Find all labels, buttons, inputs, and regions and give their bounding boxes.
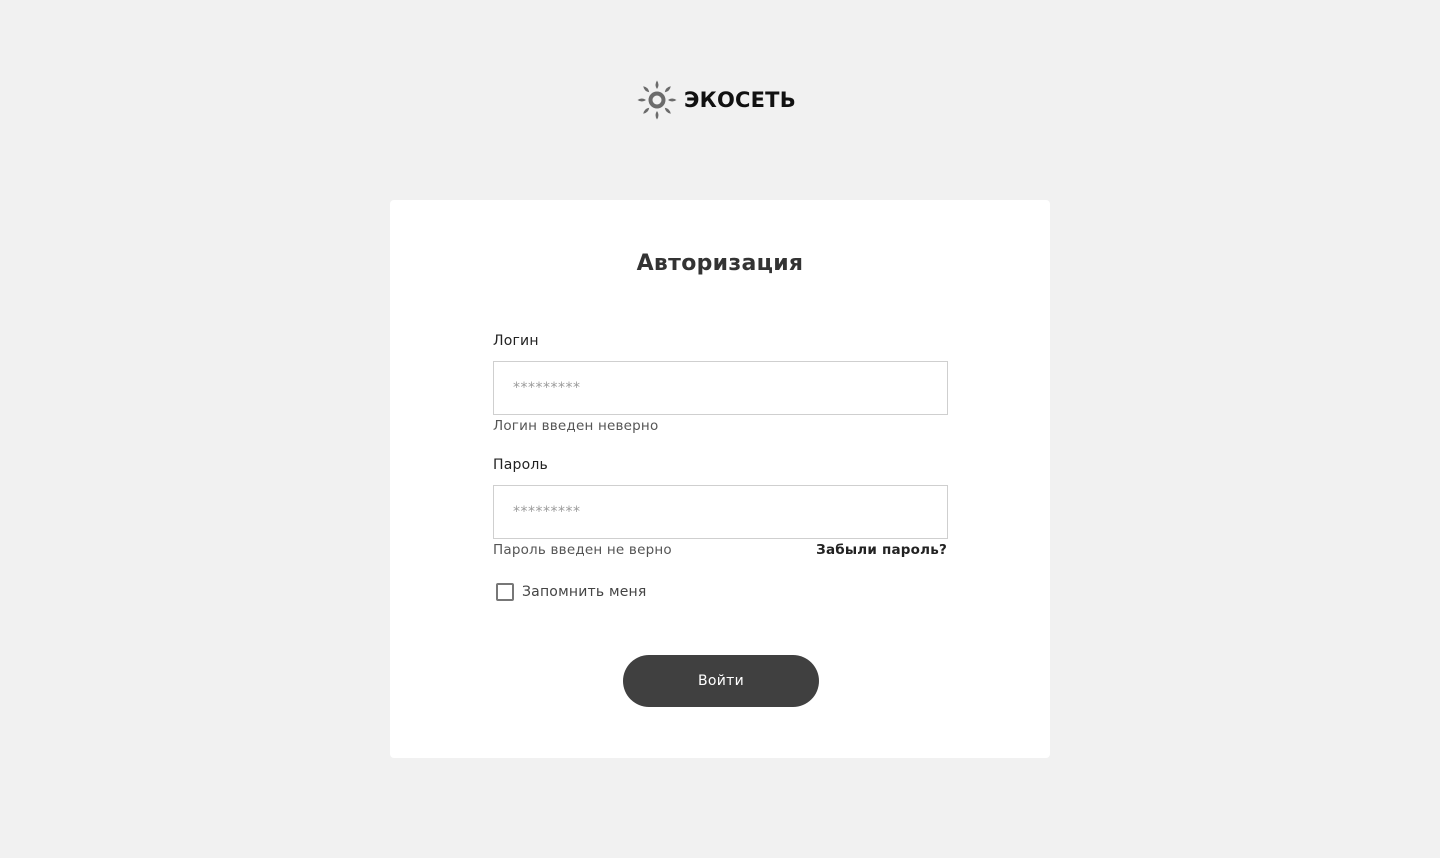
login-label: Логин [493, 333, 539, 349]
password-label: Пароль [493, 457, 548, 473]
login-button[interactable]: Войти [623, 655, 819, 707]
login-input[interactable] [493, 361, 948, 415]
login-card: Авторизация Логин Логин введен неверно П… [390, 200, 1050, 758]
password-input[interactable] [493, 485, 948, 539]
forgot-password-link[interactable]: Забыли пароль? [816, 542, 947, 558]
remember-me-label: Запомнить меня [522, 584, 647, 600]
password-error: Пароль введен не верно [493, 542, 672, 558]
sun-leaf-icon [636, 79, 678, 121]
brand-name: ЭКОСЕТЬ [684, 88, 796, 112]
login-error: Логин введен неверно [493, 418, 659, 434]
remember-me[interactable]: Запомнить меня [496, 583, 647, 601]
brand-logo: ЭКОСЕТЬ [636, 79, 796, 121]
page-title: Авторизация [636, 251, 804, 276]
remember-me-checkbox[interactable] [496, 583, 514, 601]
